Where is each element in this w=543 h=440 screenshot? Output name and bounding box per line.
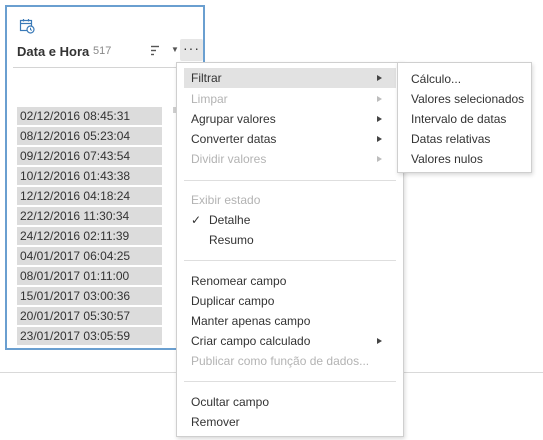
submenu-arrow-icon (377, 75, 382, 81)
submenu-item-valores-selecionados[interactable]: Valores selecionados (411, 89, 524, 109)
value-list: 02/12/2016 08:45:31 08/12/2016 05:23:04 … (17, 107, 162, 347)
value-row[interactable]: 10/12/2016 01:43:38 (17, 167, 162, 185)
menu-item-resumo[interactable]: Resumo (184, 230, 396, 250)
value-row[interactable]: 22/12/2016 11:30:34 (17, 207, 162, 225)
menu-item-dividir-valores: Dividir valores (184, 149, 396, 169)
menu-item-label: Resumo (209, 233, 254, 247)
submenu-item-datas-relativas[interactable]: Datas relativas (411, 129, 490, 149)
menu-item-label: Dividir valores (191, 152, 267, 166)
field-card-data-e-hora[interactable]: Data e Hora 517 ▼ ··· 02/12/2016 08:45:3… (5, 5, 205, 350)
field-value-count: 517 (93, 45, 112, 57)
menu-separator (184, 260, 396, 261)
menu-heading-exibir-estado: Exibir estado (184, 190, 396, 210)
menu-item-label: Filtrar (191, 71, 222, 85)
field-context-menu: Filtrar Limpar Agrupar valores Converter… (176, 62, 404, 437)
menu-item-label: Limpar (191, 92, 228, 106)
menu-item-label: Detalhe (209, 213, 251, 227)
menu-item-label: Manter apenas campo (191, 314, 311, 328)
menu-item-manter-apenas-campo[interactable]: Manter apenas campo (184, 311, 396, 331)
menu-separator (184, 381, 396, 382)
submenu-item-calculo[interactable]: Cálculo... (411, 69, 461, 89)
menu-item-filtrar[interactable]: Filtrar (184, 68, 396, 88)
submenu-arrow-icon (377, 338, 382, 344)
menu-item-remover[interactable]: Remover (184, 412, 396, 432)
value-row[interactable]: 02/12/2016 08:45:31 (17, 107, 162, 125)
calendar-clock-icon (19, 19, 35, 34)
sort-dropdown-caret-icon[interactable]: ▼ (171, 45, 179, 54)
value-row[interactable]: 04/01/2017 06:04:25 (17, 247, 162, 265)
sort-icon[interactable] (150, 45, 164, 57)
menu-item-criar-campo-calculado[interactable]: Criar campo calculado (184, 331, 396, 351)
submenu-arrow-icon (377, 96, 382, 102)
menu-item-label: Exibir estado (191, 193, 261, 207)
field-name: Data e Hora (17, 44, 90, 59)
more-options-button[interactable]: ··· (180, 39, 203, 61)
value-row[interactable]: 15/01/2017 03:00:36 (17, 287, 162, 305)
menu-item-label: Publicar como função de dados... (191, 354, 370, 368)
menu-item-label: Remover (191, 415, 240, 429)
menu-item-publicar-funcao: Publicar como função de dados... (184, 351, 396, 371)
menu-item-renomear-campo[interactable]: Renomear campo (184, 271, 396, 291)
menu-item-duplicar-campo[interactable]: Duplicar campo (184, 291, 396, 311)
value-row[interactable]: 09/12/2016 07:43:54 (17, 147, 162, 165)
menu-item-label: Duplicar campo (191, 294, 275, 308)
value-row[interactable]: 08/01/2017 01:11:00 (17, 267, 162, 285)
value-row[interactable]: 08/12/2016 05:23:04 (17, 127, 162, 145)
menu-item-detalhe[interactable]: ✓ Detalhe (184, 210, 396, 230)
check-icon: ✓ (191, 213, 202, 227)
submenu-item-valores-nulos[interactable]: Valores nulos (411, 149, 483, 169)
value-row[interactable]: 20/01/2017 05:30:57 (17, 307, 162, 325)
menu-item-label: Converter datas (191, 132, 277, 146)
submenu-item-intervalo-de-datas[interactable]: Intervalo de datas (411, 109, 506, 129)
value-row[interactable]: 12/12/2016 04:18:24 (17, 187, 162, 205)
menu-item-label: Criar campo calculado (191, 334, 311, 348)
menu-separator (184, 180, 396, 181)
value-row[interactable]: 24/12/2016 02:11:39 (17, 227, 162, 245)
menu-item-agrupar-valores[interactable]: Agrupar valores (184, 109, 396, 129)
menu-item-label: Agrupar valores (191, 112, 276, 126)
submenu-arrow-icon (377, 136, 382, 142)
value-row[interactable]: 23/01/2017 03:05:59 (17, 327, 162, 345)
filtrar-submenu: Cálculo... Valores selecionados Interval… (397, 62, 532, 173)
submenu-arrow-icon (377, 116, 382, 122)
menu-item-converter-datas[interactable]: Converter datas (184, 129, 396, 149)
menu-item-label: Renomear campo (191, 274, 287, 288)
submenu-arrow-icon (377, 156, 382, 162)
menu-item-limpar: Limpar (184, 89, 396, 109)
card-header-divider (13, 67, 199, 68)
menu-item-label: Ocultar campo (191, 395, 270, 409)
menu-item-ocultar-campo[interactable]: Ocultar campo (184, 392, 396, 412)
